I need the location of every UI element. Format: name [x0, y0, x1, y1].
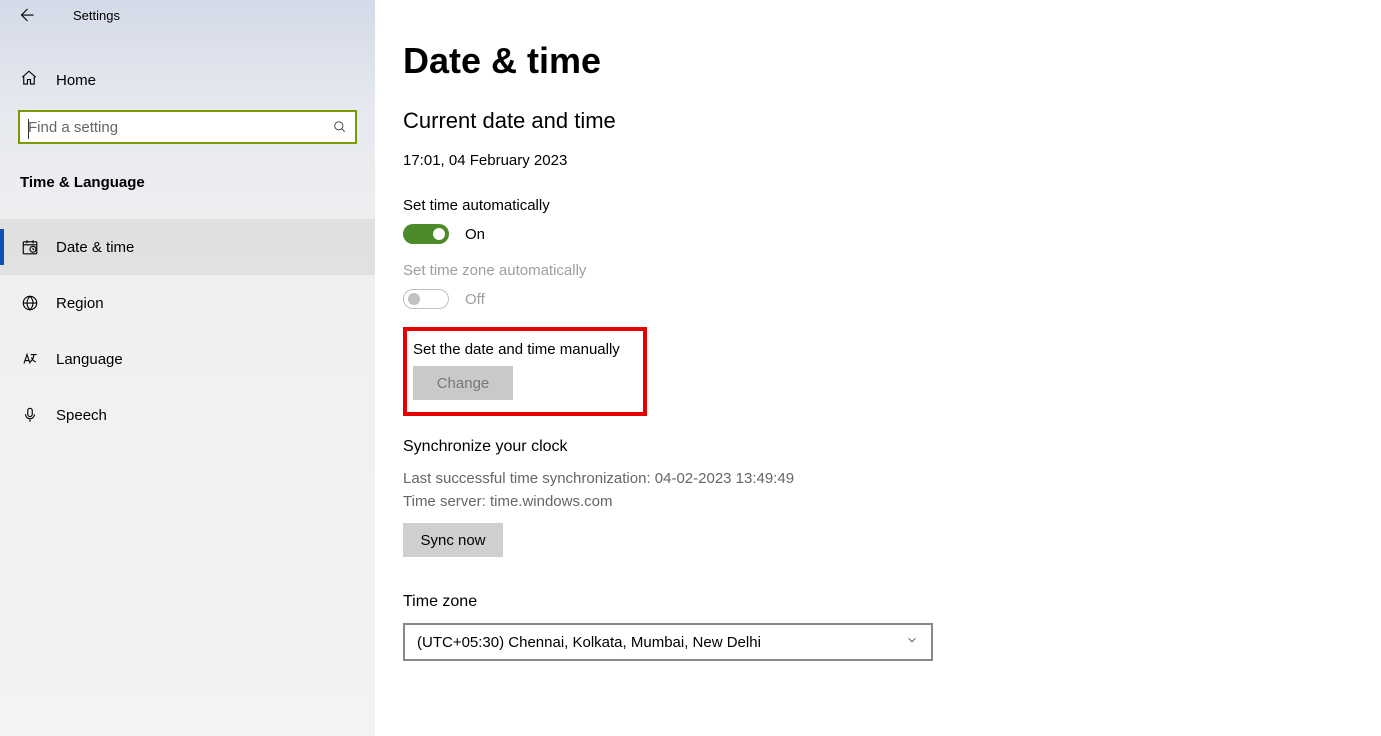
text-cursor [28, 119, 29, 139]
auto-timezone-state: Off [465, 291, 485, 308]
manual-set-highlight: Set the date and time manually Change [403, 327, 647, 416]
timezone-select[interactable]: (UTC+05:30) Chennai, Kolkata, Mumbai, Ne… [403, 623, 933, 661]
sidebar-item-date-time[interactable]: Date & time [0, 219, 375, 275]
sidebar: Settings Home Time & Language [0, 0, 375, 736]
sidebar-item-label: Language [56, 351, 123, 368]
sync-server-line: Time server: time.windows.com [403, 491, 1381, 514]
home-label: Home [56, 72, 96, 89]
auto-time-toggle[interactable] [403, 224, 449, 244]
auto-timezone-toggle [403, 289, 449, 309]
timezone-value: (UTC+05:30) Chennai, Kolkata, Mumbai, Ne… [417, 634, 761, 651]
sidebar-item-label: Speech [56, 407, 107, 424]
home-nav-item[interactable]: Home [0, 30, 375, 100]
back-arrow-icon[interactable] [14, 3, 38, 27]
sidebar-item-speech[interactable]: Speech [0, 387, 375, 443]
auto-time-label: Set time automatically [403, 197, 1381, 214]
sidebar-item-label: Region [56, 295, 104, 312]
sidebar-item-language[interactable]: Language [0, 331, 375, 387]
search-container [0, 100, 375, 144]
current-datetime-value: 17:01, 04 February 2023 [403, 152, 1381, 169]
timezone-title: Time zone [403, 593, 1381, 611]
sidebar-item-region[interactable]: Region [0, 275, 375, 331]
change-button[interactable]: Change [413, 366, 513, 400]
main-content: Date & time Current date and time 17:01,… [375, 0, 1381, 736]
auto-timezone-block: Set time zone automatically Off [403, 262, 1381, 309]
sidebar-nav: Date & time Region Language Speech [0, 219, 375, 443]
category-label: Time & Language [0, 144, 375, 191]
search-input[interactable] [20, 119, 325, 136]
auto-timezone-label: Set time zone automatically [403, 262, 1381, 279]
search-icon [325, 120, 355, 134]
chevron-down-icon [905, 633, 919, 652]
sync-now-button[interactable]: Sync now [403, 523, 503, 557]
manual-set-label: Set the date and time manually [413, 341, 637, 358]
page-title: Date & time [403, 40, 1381, 82]
section-current-datetime: Current date and time [403, 108, 1381, 134]
calendar-clock-icon [20, 237, 40, 257]
sync-title: Synchronize your clock [403, 438, 1381, 456]
auto-time-state: On [465, 226, 485, 243]
window-title: Settings [73, 8, 120, 23]
globe-icon [20, 293, 40, 313]
sync-info: Last successful time synchronization: 04… [403, 468, 1381, 513]
sidebar-item-label: Date & time [56, 239, 134, 256]
language-icon [20, 349, 40, 369]
sync-last-line: Last successful time synchronization: 04… [403, 468, 1381, 491]
home-icon [20, 69, 38, 92]
search-box[interactable] [18, 110, 357, 144]
sidebar-header: Settings [0, 0, 375, 30]
auto-time-block: Set time automatically On [403, 197, 1381, 244]
microphone-icon [20, 405, 40, 425]
